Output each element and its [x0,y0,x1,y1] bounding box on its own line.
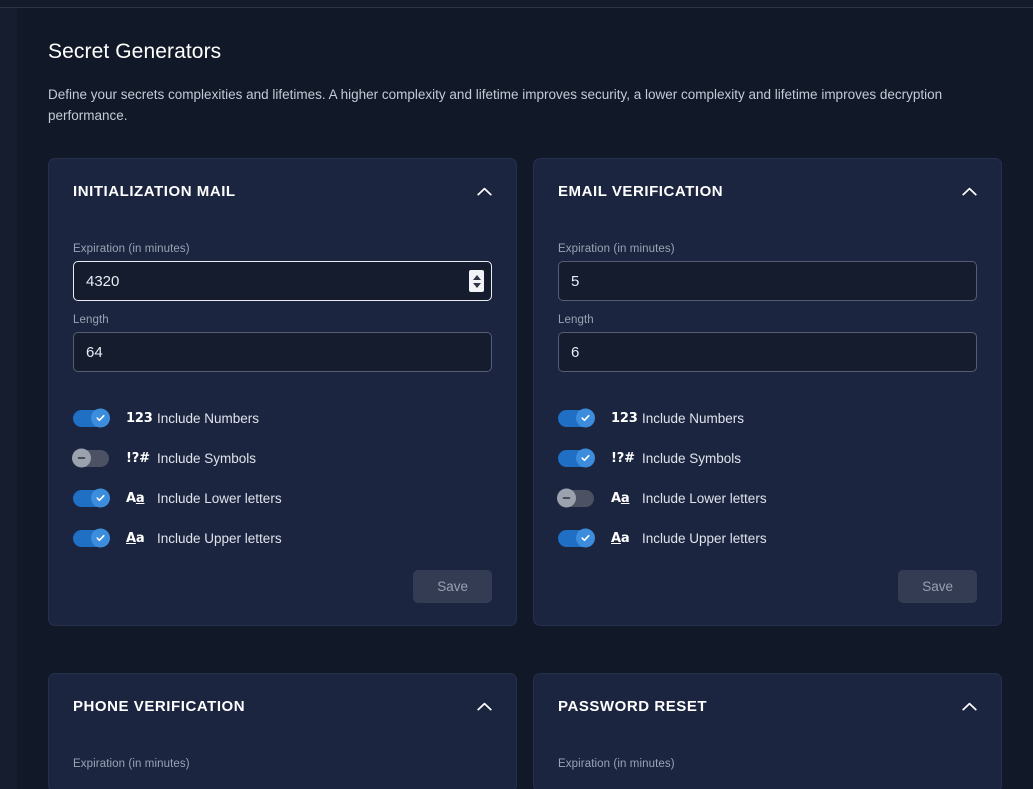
generator-card-email-verification: EMAIL VERIFICATION Expiration (in minute… [533,158,1002,626]
card-header: PASSWORD RESET [558,698,977,715]
check-icon [576,529,595,548]
generator-card-grid-bottom: PHONE VERIFICATION Expiration (in minute… [48,673,1002,789]
card-header: PHONE VERIFICATION [73,698,492,715]
toggle-include-lower-letters[interactable] [558,490,594,507]
toggle-label: Include Symbols [642,451,741,466]
expiration-label: Expiration (in minutes) [558,243,977,255]
toggle-include-symbols[interactable] [73,450,109,467]
toggle-label: Include Upper letters [157,531,282,546]
toggle-list: 123 Include Numbers !?# Include Symbols [558,398,977,558]
upper-letters-icon: Aa [126,531,152,546]
toggle-include-symbols[interactable] [558,450,594,467]
toggle-row-include-numbers: 123 Include Numbers [73,398,492,438]
check-icon [576,449,595,468]
length-field: Length [73,314,492,372]
toggle-label: Include Numbers [157,411,259,426]
expiration-input[interactable] [73,261,492,301]
symbols-icon: !?# [611,451,637,466]
lower-letters-icon: Aa [611,491,637,506]
length-field: Length [558,314,977,372]
card-title: EMAIL VERIFICATION [558,183,723,200]
toggle-row-include-upper-letters: Aa Include Upper letters [558,518,977,558]
toggle-include-upper-letters[interactable] [73,530,109,547]
check-icon [91,489,110,508]
check-icon [91,409,110,428]
content-area: Secret Generators Define your secrets co… [17,8,1033,789]
page-container: Secret Generators Define your secrets co… [17,8,1033,789]
numbers-icon: 123 [126,411,152,426]
card-footer: Save [558,570,977,603]
expiration-label: Expiration (in minutes) [73,243,492,255]
numbers-icon: 123 [611,411,637,426]
lower-letters-icon: Aa [126,491,152,506]
toggle-row-include-symbols: !?# Include Symbols [558,438,977,478]
toggle-label: Include Numbers [642,411,744,426]
card-footer: Save [73,570,492,603]
card-header: EMAIL VERIFICATION [558,183,977,200]
chevron-up-icon[interactable] [961,184,977,200]
toggle-include-numbers[interactable] [558,410,594,427]
sidebar-rail[interactable] [0,8,17,789]
length-input[interactable] [73,332,492,372]
expiration-label: Expiration (in minutes) [558,758,977,770]
toggle-label: Include Upper letters [642,531,767,546]
card-header: INITIALIZATION MAIL [73,183,492,200]
expiration-field: Expiration (in minutes) [558,243,977,301]
toggle-row-include-lower-letters: Aa Include Lower letters [558,478,977,518]
toggle-label: Include Symbols [157,451,256,466]
chevron-up-icon[interactable] [476,699,492,715]
toggle-row-include-upper-letters: Aa Include Upper letters [73,518,492,558]
length-input[interactable] [558,332,977,372]
toggle-label: Include Lower letters [642,491,767,506]
minus-icon [557,489,576,508]
save-button[interactable]: Save [413,570,492,603]
symbols-icon: !?# [126,451,152,466]
minus-icon [72,449,91,468]
generator-card-password-reset: PASSWORD RESET Expiration (in minutes) [533,673,1002,789]
toggle-row-include-numbers: 123 Include Numbers [558,398,977,438]
toggle-include-lower-letters[interactable] [73,490,109,507]
generator-card-initialization-mail: INITIALIZATION MAIL Expiration (in minut… [48,158,517,626]
card-title: PHONE VERIFICATION [73,698,245,715]
toggle-row-include-symbols: !?# Include Symbols [73,438,492,478]
check-icon [91,529,110,548]
upper-letters-icon: Aa [611,531,637,546]
generator-card-grid: INITIALIZATION MAIL Expiration (in minut… [48,158,1002,626]
page-description: Define your secrets complexities and lif… [48,85,958,126]
top-bar [0,0,1033,8]
page-title: Secret Generators [48,40,1002,64]
toggle-label: Include Lower letters [157,491,282,506]
toggle-include-upper-letters[interactable] [558,530,594,547]
check-icon [576,409,595,428]
toggle-include-numbers[interactable] [73,410,109,427]
length-label: Length [558,314,977,326]
card-title: PASSWORD RESET [558,698,707,715]
length-label: Length [73,314,492,326]
card-title: INITIALIZATION MAIL [73,183,236,200]
toggle-row-include-lower-letters: Aa Include Lower letters [73,478,492,518]
expiration-field: Expiration (in minutes) [73,243,492,301]
expiration-stepper[interactable] [469,270,484,292]
expiration-label: Expiration (in minutes) [73,758,492,770]
expiration-input[interactable] [558,261,977,301]
generator-card-phone-verification: PHONE VERIFICATION Expiration (in minute… [48,673,517,789]
chevron-up-icon[interactable] [476,184,492,200]
toggle-list: 123 Include Numbers !?# Include Symbols [73,398,492,558]
save-button[interactable]: Save [898,570,977,603]
chevron-up-icon[interactable] [961,699,977,715]
